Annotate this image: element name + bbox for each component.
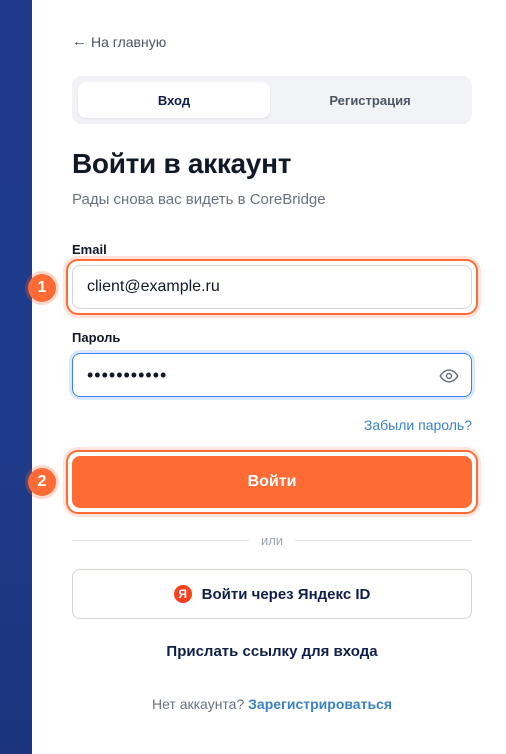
yandex-id-button[interactable]: Я Войти через Яндекс ID — [72, 569, 472, 619]
password-masked-value: ••••••••••• — [87, 365, 168, 385]
back-link-label: На главную — [91, 33, 167, 50]
forgot-password-link[interactable]: Забыли пароль? — [364, 417, 472, 433]
email-input[interactable] — [72, 265, 472, 309]
side-strip — [0, 0, 32, 754]
signup-prompt: Нет аккаунта? — [151, 696, 245, 712]
step-marker-2: 2 — [28, 468, 56, 496]
tab-register[interactable]: Регистрация — [274, 82, 466, 118]
yandex-icon: Я — [173, 585, 192, 603]
signup-row: Нет аккаунта? Зарегистрироваться — [72, 696, 472, 712]
divider-line-left — [72, 539, 249, 541]
divider-line-right — [295, 539, 473, 541]
login-button-highlight: Войти — [66, 450, 478, 514]
back-to-home-link[interactable]: ← На главную — [72, 33, 166, 50]
page-title: Войти в аккаунт — [72, 148, 292, 179]
page-subtitle: Рады снова вас видеть в CoreBridge — [72, 191, 326, 208]
password-input[interactable]: ••••••••••• — [72, 353, 472, 397]
email-label: Email — [72, 242, 107, 257]
send-login-link[interactable]: Прислать ссылку для входа — [72, 643, 472, 660]
arrow-left-icon: ← — [72, 33, 87, 50]
auth-tabs: Вход Регистрация — [72, 76, 472, 124]
eye-icon[interactable] — [439, 366, 459, 386]
divider-text: или — [260, 532, 284, 548]
login-button[interactable]: Войти — [72, 456, 472, 508]
yandex-button-label: Войти через Яндекс ID — [201, 585, 371, 603]
email-highlight — [66, 259, 478, 315]
signup-link[interactable]: Зарегистрироваться — [248, 696, 392, 712]
step-marker-1: 1 — [28, 274, 56, 302]
tab-login[interactable]: Вход — [78, 82, 270, 118]
or-divider: или — [72, 531, 473, 549]
password-label: Пароль — [72, 330, 121, 345]
